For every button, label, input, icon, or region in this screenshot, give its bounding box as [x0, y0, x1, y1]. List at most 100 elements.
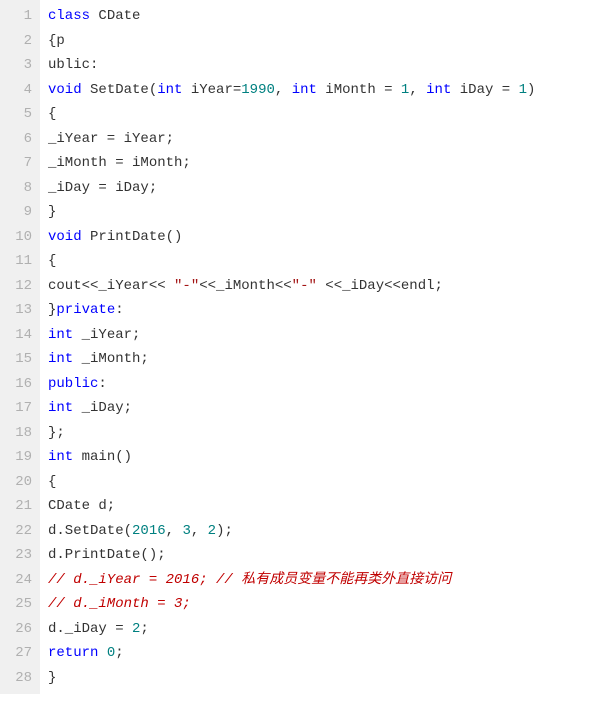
- token-kw: public: [48, 376, 98, 392]
- token-plain: <<_iMonth<<: [199, 278, 291, 294]
- code-line: {p: [48, 29, 587, 54]
- line-number-gutter: 1234567891011121314151617181920212223242…: [0, 0, 40, 694]
- line-number: 12: [4, 274, 32, 299]
- code-line: d.SetDate(2016, 3, 2);: [48, 519, 587, 544]
- code-line: int _iDay;: [48, 396, 587, 421]
- line-number: 1: [4, 4, 32, 29]
- code-line: }: [48, 200, 587, 225]
- line-number: 18: [4, 421, 32, 446]
- token-kw: class: [48, 8, 90, 24]
- token-plain: ublic:: [48, 57, 98, 73]
- token-num: 2016: [132, 523, 166, 539]
- line-number: 6: [4, 127, 32, 152]
- token-plain: PrintDate(): [82, 229, 183, 245]
- code-content: class CDate{public:void SetDate(int iYea…: [40, 0, 595, 694]
- token-plain: {: [48, 106, 56, 122]
- token-kw: int: [48, 400, 73, 416]
- token-plain: _iYear = iYear;: [48, 131, 174, 147]
- line-number: 9: [4, 200, 32, 225]
- token-comment: // d._iMonth = 3;: [48, 596, 191, 612]
- token-str: "-": [174, 278, 199, 294]
- code-line: {: [48, 470, 587, 495]
- line-number: 14: [4, 323, 32, 348]
- code-line: int _iYear;: [48, 323, 587, 348]
- token-plain: );: [216, 523, 233, 539]
- token-num: 2: [208, 523, 216, 539]
- code-line: _iDay = iDay;: [48, 176, 587, 201]
- token-plain: ,: [275, 82, 292, 98]
- token-kw: return: [48, 645, 98, 661]
- token-plain: iDay =: [451, 82, 518, 98]
- token-num: 1990: [241, 82, 275, 98]
- token-plain: ,: [191, 523, 208, 539]
- token-plain: d._iDay =: [48, 621, 132, 637]
- code-line: int _iMonth;: [48, 347, 587, 372]
- line-number: 8: [4, 176, 32, 201]
- token-plain: SetDate(: [82, 82, 158, 98]
- code-line: }private:: [48, 298, 587, 323]
- token-plain: _iYear;: [73, 327, 140, 343]
- code-line: {: [48, 102, 587, 127]
- code-line: cout<<_iYear<< "-"<<_iMonth<<"-" <<_iDay…: [48, 274, 587, 299]
- token-plain: ;: [140, 621, 148, 637]
- token-kw: int: [292, 82, 317, 98]
- line-number: 27: [4, 641, 32, 666]
- token-plain: ,: [409, 82, 426, 98]
- token-plain: _iDay = iDay;: [48, 180, 157, 196]
- token-kw: int: [48, 327, 73, 343]
- token-plain: _iMonth;: [73, 351, 149, 367]
- code-line: void PrintDate(): [48, 225, 587, 250]
- token-plain: {p: [48, 33, 65, 49]
- token-plain: {: [48, 253, 56, 269]
- line-number: 19: [4, 445, 32, 470]
- line-number: 5: [4, 102, 32, 127]
- token-plain: main(): [73, 449, 132, 465]
- code-line: d.PrintDate();: [48, 543, 587, 568]
- code-line: int main(): [48, 445, 587, 470]
- token-kw: private: [56, 302, 115, 318]
- token-kw: int: [426, 82, 451, 98]
- token-plain: cout<<_iYear<<: [48, 278, 174, 294]
- line-number: 25: [4, 592, 32, 617]
- line-number: 17: [4, 396, 32, 421]
- line-number: 23: [4, 543, 32, 568]
- code-line: _iYear = iYear;: [48, 127, 587, 152]
- code-line: return 0;: [48, 641, 587, 666]
- code-line: void SetDate(int iYear=1990, int iMonth …: [48, 78, 587, 103]
- code-line: // d._iYear = 2016; // 私有成员变量不能再类外直接访问: [48, 568, 587, 593]
- token-kw: void: [48, 82, 82, 98]
- token-plain: d.PrintDate();: [48, 547, 166, 563]
- line-number: 26: [4, 617, 32, 642]
- token-kw: int: [48, 449, 73, 465]
- code-line: };: [48, 421, 587, 446]
- line-number: 4: [4, 78, 32, 103]
- token-plain: d.SetDate(: [48, 523, 132, 539]
- token-plain: ,: [166, 523, 183, 539]
- token-plain: CDate: [90, 8, 140, 24]
- line-number: 2: [4, 29, 32, 54]
- code-line: _iMonth = iMonth;: [48, 151, 587, 176]
- token-plain: _iDay;: [73, 400, 132, 416]
- code-block: 1234567891011121314151617181920212223242…: [0, 0, 595, 694]
- token-num: 1: [519, 82, 527, 98]
- token-str: "-": [292, 278, 317, 294]
- token-plain: ): [527, 82, 535, 98]
- token-kw: void: [48, 229, 82, 245]
- token-plain: [98, 645, 106, 661]
- token-num: 3: [182, 523, 190, 539]
- code-line: // d._iMonth = 3;: [48, 592, 587, 617]
- token-plain: iMonth =: [317, 82, 401, 98]
- line-number: 22: [4, 519, 32, 544]
- line-number: 28: [4, 666, 32, 691]
- token-plain: :: [115, 302, 123, 318]
- token-plain: ;: [115, 645, 123, 661]
- token-plain: <<_iDay<<endl;: [317, 278, 443, 294]
- token-plain: :: [98, 376, 106, 392]
- line-number: 3: [4, 53, 32, 78]
- token-plain: iYear=: [182, 82, 241, 98]
- token-kw: int: [48, 351, 73, 367]
- code-line: public:: [48, 372, 587, 397]
- token-plain: _iMonth = iMonth;: [48, 155, 191, 171]
- token-plain: {: [48, 474, 56, 490]
- token-kw: int: [157, 82, 182, 98]
